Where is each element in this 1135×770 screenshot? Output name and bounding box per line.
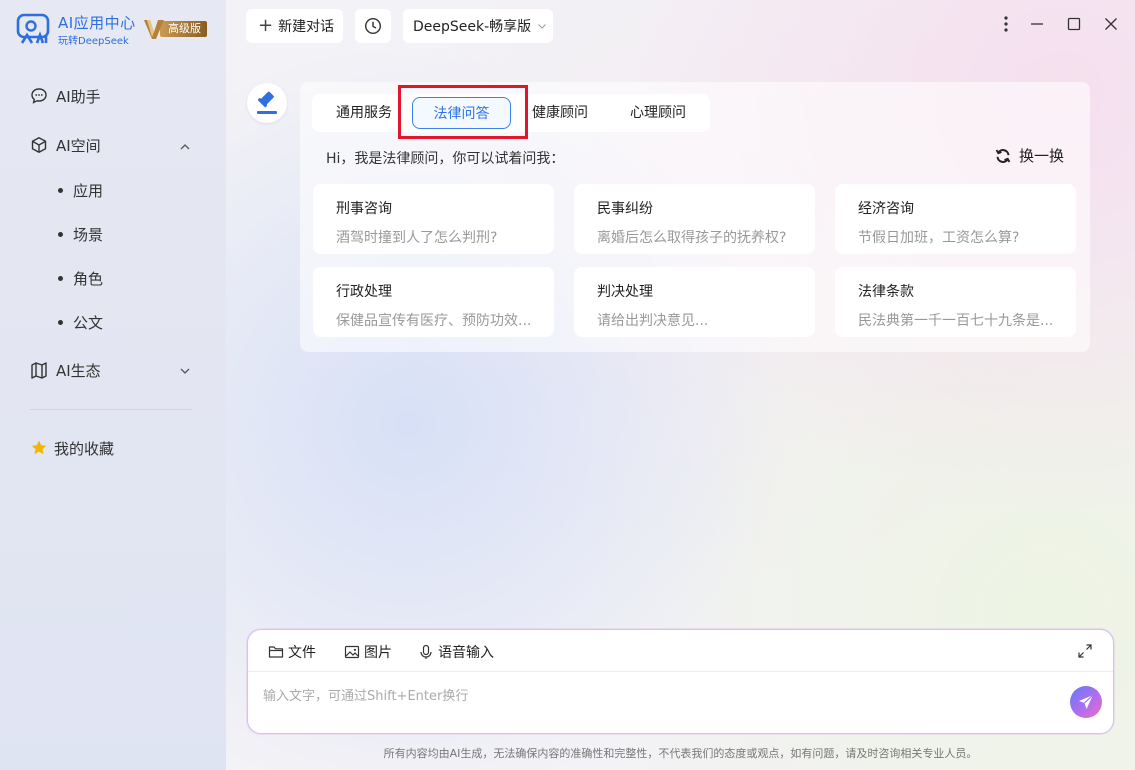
brand-title: AI应用中心 bbox=[58, 14, 136, 32]
vip-v-icon bbox=[144, 20, 164, 39]
sidebar-item-ai-space[interactable]: AI空间 bbox=[30, 133, 101, 157]
question-card[interactable]: 经济咨询 节假日加班，工资怎么算? bbox=[835, 184, 1076, 254]
question-text: 民法典第一千一百七十九条是... bbox=[858, 313, 1054, 329]
question-title: 经济咨询 bbox=[858, 201, 914, 217]
cube-icon bbox=[31, 137, 47, 153]
clock-icon bbox=[364, 17, 382, 35]
vip-badge-label: 高级版 bbox=[160, 21, 207, 37]
brand-subtitle: 玩转DeepSeek bbox=[58, 36, 129, 47]
star-icon bbox=[31, 440, 47, 455]
legal-assistant-avatar bbox=[247, 83, 287, 123]
sidebar-item-label: AI生态 bbox=[56, 361, 101, 380]
new-chat-button[interactable]: + 新建对话 bbox=[246, 9, 343, 43]
question-title: 行政处理 bbox=[336, 284, 392, 300]
sidebar-item-label: AI助手 bbox=[56, 87, 101, 106]
voice-input-label: 语音输入 bbox=[438, 645, 494, 661]
more-menu-icon[interactable] bbox=[996, 14, 1016, 34]
question-card[interactable]: 民事纠纷 离婚后怎么取得孩子的抚养权? bbox=[574, 184, 815, 254]
question-text: 保健品宣传有医疗、预防功效... bbox=[336, 313, 532, 329]
vip-badge: 高级版 bbox=[143, 18, 221, 40]
send-button[interactable] bbox=[1070, 686, 1102, 718]
skill-card: 通用服务 法律问答 健康顾问 心理顾问 Hi，我是法律顾问，你可以试着问我： 换… bbox=[300, 82, 1090, 352]
sidebar-subitem-roles[interactable]: 角色 bbox=[58, 267, 103, 289]
brand-logo[interactable]: AI应用中心 玩转DeepSeek 高级版 bbox=[16, 12, 216, 47]
sidebar-item-ai-assistant[interactable]: AI助手 bbox=[30, 84, 101, 108]
question-title: 判决处理 bbox=[597, 284, 653, 300]
question-text: 节假日加班，工资怎么算? bbox=[858, 230, 1020, 246]
sidebar-item-ai-ecosystem[interactable]: AI生态 bbox=[30, 358, 101, 382]
chevron-up-icon[interactable] bbox=[178, 140, 192, 154]
question-card[interactable]: 判决处理 请给出判决意见... bbox=[574, 267, 815, 337]
sidebar-divider bbox=[30, 409, 192, 410]
sidebar-item-label: AI空间 bbox=[56, 136, 101, 155]
refresh-label: 换一换 bbox=[1019, 147, 1065, 165]
attach-file-button[interactable]: 文件 bbox=[268, 642, 316, 662]
gavel-icon bbox=[257, 91, 277, 114]
category-tabs: 通用服务 法律问答 健康顾问 心理顾问 bbox=[312, 94, 710, 132]
tab-legal-qa[interactable]: 法律问答 bbox=[412, 97, 511, 129]
new-chat-label: 新建对话 bbox=[278, 19, 335, 35]
question-title: 民事纠纷 bbox=[597, 201, 653, 217]
question-text: 离婚后怎么取得孩子的抚养权? bbox=[597, 230, 787, 246]
app-window: AI应用中心 玩转DeepSeek 高级版 AI助手 AI空间 应用 场景 角色… bbox=[0, 0, 1135, 770]
composer-divider bbox=[248, 671, 1113, 672]
chat-composer: 文件 图片 语音输入 bbox=[247, 629, 1114, 734]
tab-health-advisor[interactable]: 健康顾问 bbox=[532, 94, 588, 132]
sidebar-subitem-scenes[interactable]: 场景 bbox=[58, 223, 103, 245]
sidebar-subitem-apps[interactable]: 应用 bbox=[58, 179, 103, 201]
expand-icon[interactable] bbox=[1077, 643, 1093, 659]
question-card[interactable]: 法律条款 民法典第一千一百七十九条是... bbox=[835, 267, 1076, 337]
attach-image-button[interactable]: 图片 bbox=[344, 642, 392, 662]
microphone-icon bbox=[420, 644, 432, 659]
sidebar: AI应用中心 玩转DeepSeek 高级版 AI助手 AI空间 应用 场景 角色… bbox=[0, 0, 226, 770]
folder-icon bbox=[268, 646, 284, 658]
greeting-text: Hi，我是法律顾问，你可以试着问我： bbox=[326, 151, 565, 167]
send-icon bbox=[1079, 694, 1094, 709]
sidebar-subitem-label: 公文 bbox=[73, 313, 104, 332]
model-selector-label: DeepSeek-畅享版 bbox=[413, 19, 532, 35]
sidebar-item-label: 我的收藏 bbox=[54, 439, 115, 458]
image-icon bbox=[344, 645, 360, 659]
chevron-down-icon bbox=[538, 24, 547, 29]
refresh-icon bbox=[995, 148, 1011, 163]
tab-psych-advisor[interactable]: 心理顾问 bbox=[630, 94, 686, 132]
question-card[interactable]: 刑事咨询 酒驾时撞到人了怎么判刑? bbox=[313, 184, 554, 254]
sidebar-subitem-label: 角色 bbox=[73, 269, 104, 288]
question-text: 酒驾时撞到人了怎么判刑? bbox=[336, 230, 498, 246]
history-button[interactable] bbox=[355, 9, 391, 43]
main-panel: + 新建对话 DeepSeek-畅享版 通用服务 法律问答 健康顾问 心理顾问 … bbox=[226, 0, 1135, 770]
tab-general-service[interactable]: 通用服务 bbox=[336, 94, 392, 132]
book-icon bbox=[31, 362, 47, 379]
question-title: 刑事咨询 bbox=[336, 201, 392, 217]
sidebar-subitem-label: 场景 bbox=[73, 225, 104, 244]
model-selector[interactable]: DeepSeek-畅享版 bbox=[403, 9, 553, 43]
chevron-down-icon[interactable] bbox=[178, 364, 192, 378]
plus-icon: + bbox=[258, 15, 274, 36]
sidebar-subitem-label: 应用 bbox=[73, 181, 104, 200]
ai-disclaimer: 所有内容均由AI生成，无法确保内容的准确性和完整性，不代表我们的态度或观点，如有… bbox=[383, 747, 978, 760]
sidebar-subitem-documents[interactable]: 公文 bbox=[58, 311, 103, 333]
attach-file-label: 文件 bbox=[288, 645, 316, 661]
attach-image-label: 图片 bbox=[364, 645, 392, 661]
sidebar-item-favorites[interactable]: 我的收藏 bbox=[30, 436, 114, 460]
voice-input-button[interactable]: 语音输入 bbox=[418, 642, 494, 662]
question-card[interactable]: 行政处理 保健品宣传有医疗、预防功效... bbox=[313, 267, 554, 337]
refresh-button[interactable]: 换一换 bbox=[994, 145, 1064, 166]
question-text: 请给出判决意见... bbox=[597, 313, 709, 329]
close-icon[interactable] bbox=[1101, 14, 1121, 34]
minimize-icon[interactable] bbox=[1027, 14, 1047, 34]
maximize-icon[interactable] bbox=[1064, 14, 1084, 34]
brand-logo-icon bbox=[16, 13, 50, 44]
message-input[interactable] bbox=[263, 684, 1043, 708]
chat-bubble-icon bbox=[31, 88, 47, 104]
question-title: 法律条款 bbox=[858, 284, 914, 300]
